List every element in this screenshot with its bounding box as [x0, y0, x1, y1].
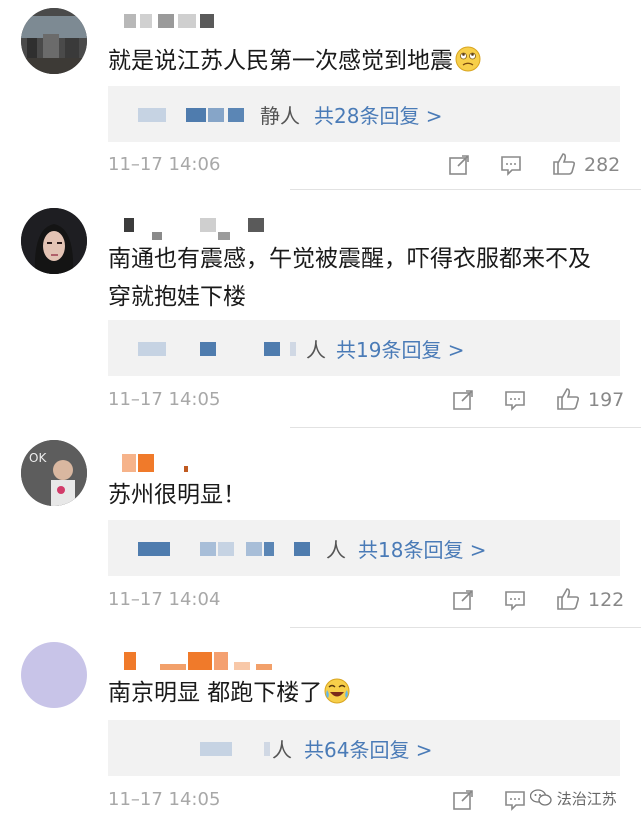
comment-text: 就是说江苏人民第一次感觉到地震: [108, 42, 481, 80]
comment-meta: 11–17 14:06 282: [108, 150, 641, 180]
comment-meta: 11–17 14:04 122: [108, 585, 641, 615]
view-replies-link[interactable]: 共18条回复 >: [358, 534, 487, 563]
comment-time: 11–17 14:06: [108, 154, 221, 175]
view-replies-link[interactable]: 共28条回复 >: [314, 100, 443, 129]
svg-text:OK: OK: [29, 451, 47, 465]
share-icon[interactable]: [452, 789, 474, 811]
username-redacted[interactable]: [114, 450, 204, 472]
comment-text: 南京明显 都跑下楼了: [108, 674, 350, 712]
reply-summary[interactable]: 人 共19条回复 >: [108, 320, 620, 376]
comment-time: 11–17 14:05: [108, 389, 221, 410]
avatar-image: OK: [21, 440, 87, 506]
view-replies-link[interactable]: 共64条回复 >: [304, 734, 433, 763]
reply-preview-user: 人: [272, 738, 292, 762]
like-icon[interactable]: [552, 152, 576, 176]
avatar[interactable]: [21, 642, 87, 708]
comment-icon[interactable]: [504, 389, 526, 411]
like-count: 122: [588, 589, 625, 611]
account-watermark: 法治江苏: [529, 788, 630, 814]
comment-text: 南通也有震感，午觉被震醒，吓得衣服都来不及 穿就抱娃下楼: [108, 246, 591, 310]
avatar-image: [21, 208, 87, 274]
crying-laughing-emoji: [324, 678, 350, 704]
comment-time: 11–17 14:04: [108, 589, 221, 610]
avatar[interactable]: [21, 208, 87, 274]
comment-icon[interactable]: [500, 154, 522, 176]
username-redacted[interactable]: [114, 648, 284, 670]
comment-text: 苏州很明显！: [108, 482, 246, 508]
reply-summary[interactable]: 静人 共28条回复 >: [108, 86, 620, 142]
reply-summary[interactable]: 人 共18条回复 >: [108, 520, 620, 576]
divider: [290, 427, 641, 428]
comment-icon[interactable]: [504, 589, 526, 611]
reply-preview-user: 人: [306, 338, 326, 362]
username-redacted[interactable]: [114, 12, 244, 34]
comment-item: OK 苏州很明显！ 人 共18条回复 > 11–17 14:04 122: [0, 430, 641, 630]
avatar[interactable]: [21, 8, 87, 74]
divider: [290, 627, 641, 628]
pensive-rolling-eyes-emoji: [455, 46, 481, 72]
wechat-icon: [529, 789, 552, 806]
avatar-image: [21, 8, 87, 74]
like-count: 282: [584, 154, 621, 176]
comment-item: 就是说江苏人民第一次感觉到地震 静人 共28条回复 > 11–17 14:06: [0, 0, 641, 190]
comment-meta: 11–17 14:05 197: [108, 385, 641, 415]
avatar[interactable]: OK: [21, 440, 87, 506]
share-icon[interactable]: [452, 389, 474, 411]
reply-preview-user: 人: [326, 538, 346, 562]
like-icon[interactable]: [556, 587, 580, 611]
like-count: 197: [588, 389, 625, 411]
like-icon[interactable]: [556, 387, 580, 411]
share-icon[interactable]: [448, 154, 470, 176]
share-icon[interactable]: [452, 589, 474, 611]
reply-summary[interactable]: 人 共64条回复 >: [108, 720, 620, 776]
reply-preview-user: 静人: [260, 104, 300, 128]
view-replies-link[interactable]: 共19条回复 >: [336, 334, 465, 363]
watermark-text: 法治江苏: [556, 790, 617, 808]
comment-time: 11–17 14:05: [108, 789, 221, 810]
comment-item: 南通也有震感，午觉被震醒，吓得衣服都来不及 穿就抱娃下楼 人 共19条回复 > …: [0, 190, 641, 430]
comment-icon[interactable]: [504, 789, 526, 811]
comment-feed: 就是说江苏人民第一次感觉到地震 静人 共28条回复 > 11–17 14:06: [0, 0, 641, 825]
username-redacted[interactable]: [114, 214, 274, 240]
